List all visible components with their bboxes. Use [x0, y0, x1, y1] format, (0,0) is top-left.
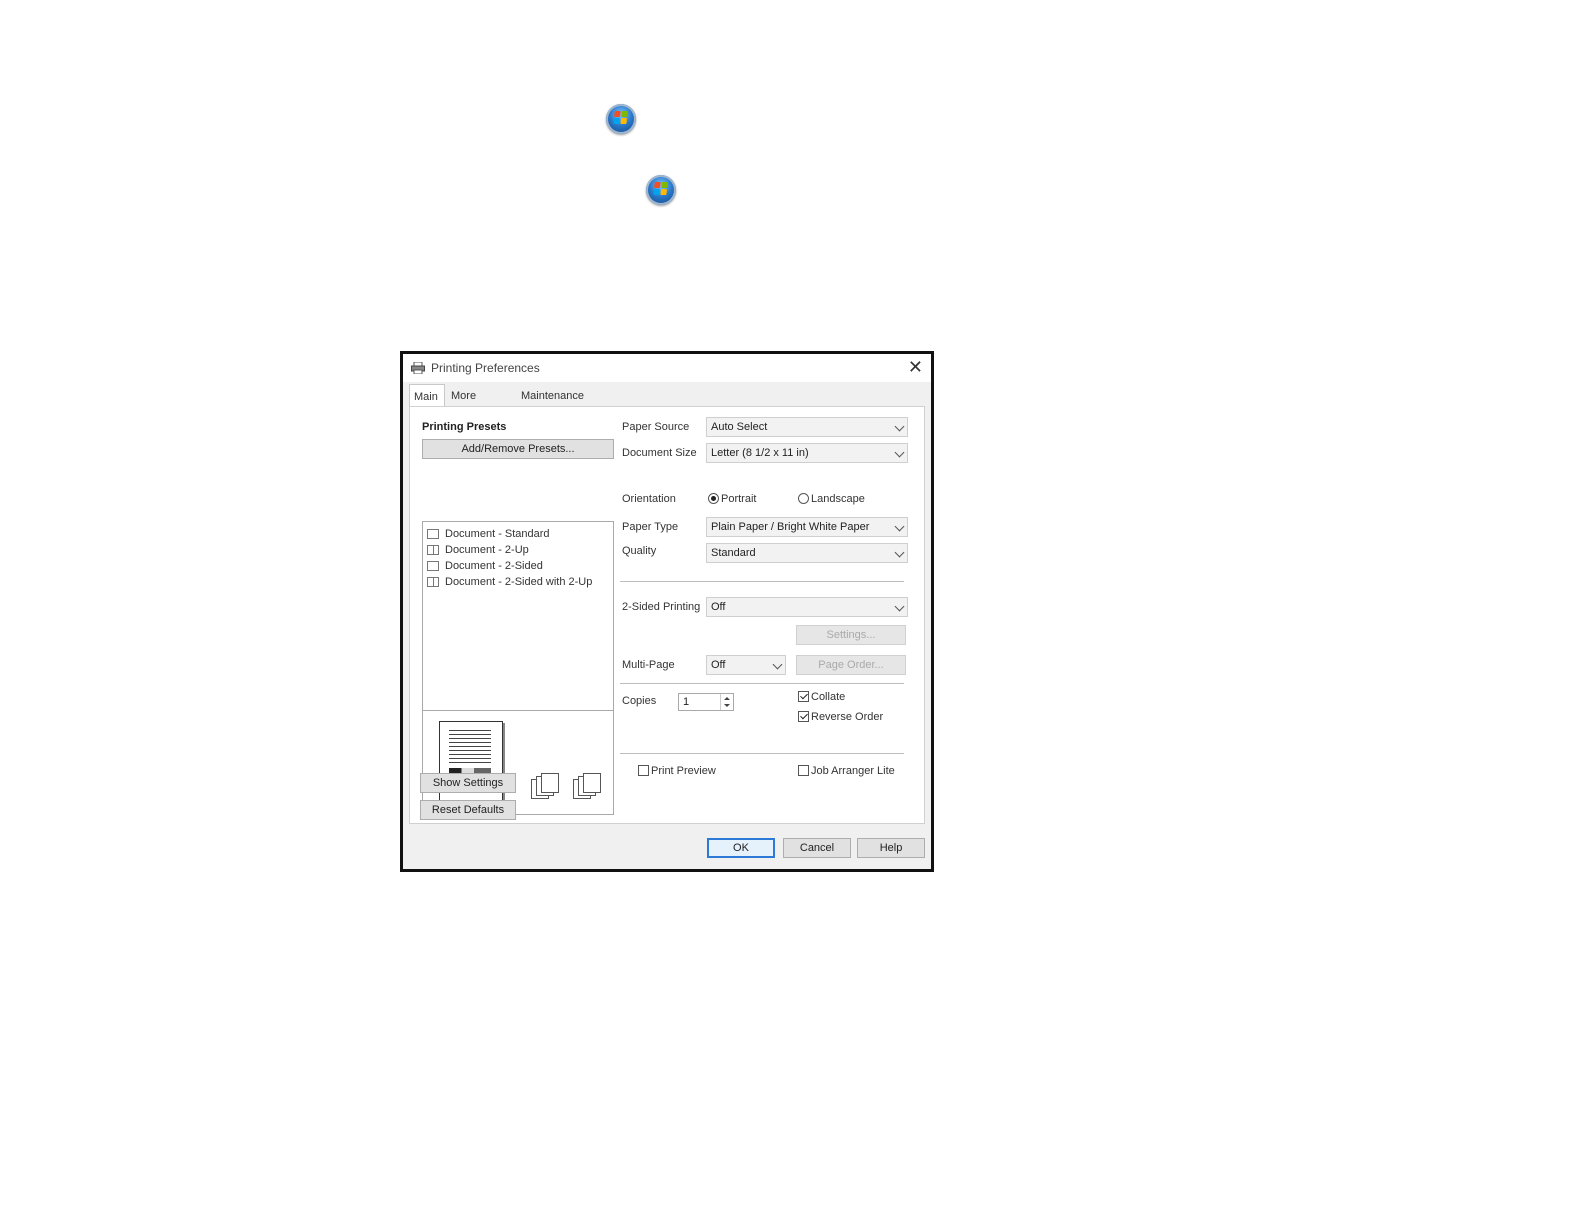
chevron-down-icon [894, 547, 905, 558]
divider [620, 753, 904, 754]
close-icon[interactable]: ✕ [908, 357, 923, 378]
job-arranger-lite-checkbox[interactable] [798, 765, 809, 776]
list-item[interactable]: Document - 2-Sided with 2-Up [427, 576, 592, 590]
divider [620, 683, 904, 684]
title-bar: Printing Preferences ✕ [403, 354, 931, 382]
tab-main[interactable]: Main [409, 384, 445, 406]
stepper-arrows-icon[interactable] [720, 694, 733, 710]
two-sided-two-up-icon [427, 577, 439, 588]
page-order-button[interactable]: Page Order... [796, 655, 906, 675]
paper-source-label: Paper Source [622, 421, 690, 433]
help-button[interactable]: Help [857, 838, 925, 858]
list-item[interactable]: Document - 2-Sided [427, 560, 543, 574]
two-sided-printing-select[interactable]: Off [706, 597, 908, 617]
collate-checkbox[interactable] [798, 691, 809, 702]
list-item[interactable]: Document - 2-Up [427, 544, 529, 558]
reverse-order-checkbox[interactable] [798, 711, 809, 722]
printing-preferences-dialog: Printing Preferences ✕ Main More Options… [400, 351, 934, 872]
chevron-down-icon [894, 421, 905, 432]
cancel-button[interactable]: Cancel [783, 838, 851, 858]
windows-start-icon [646, 175, 676, 205]
paper-type-value: Plain Paper / Bright White Paper [711, 521, 870, 533]
printing-presets-heading: Printing Presets [422, 421, 507, 433]
list-item[interactable]: Document - Standard [427, 528, 550, 542]
printer-icon [411, 362, 425, 374]
copies-label: Copies [622, 695, 657, 707]
portrait-label: Portrait [721, 493, 757, 505]
reverse-stack-icon [573, 773, 603, 799]
copies-value: 1 [683, 696, 690, 708]
chevron-down-icon [772, 659, 783, 670]
show-settings-button[interactable]: Show Settings [420, 773, 516, 793]
reverse-order-label: Reverse Order [811, 711, 884, 723]
page-icon [427, 529, 439, 540]
preset-label: Document - 2-Sided with 2-Up [445, 576, 593, 588]
windows-start-icon [606, 104, 636, 134]
divider [620, 581, 904, 582]
multi-page-value: Off [711, 659, 726, 671]
quality-value: Standard [711, 547, 756, 559]
ok-button[interactable]: OK [707, 838, 775, 858]
paper-type-label: Paper Type [622, 521, 679, 533]
collate-label: Collate [811, 691, 846, 703]
preset-label: Document - 2-Sided [445, 560, 543, 572]
multi-page-select[interactable]: Off [706, 655, 786, 675]
main-tab-panel: Printing Presets Add/Remove Presets... D… [409, 406, 925, 824]
preset-label: Document - Standard [445, 528, 550, 540]
print-preview-label: Print Preview [651, 765, 716, 777]
preset-label: Document - 2-Up [445, 544, 529, 556]
job-arranger-lite-label: Job Arranger Lite [811, 765, 895, 777]
quality-label: Quality [622, 545, 657, 557]
landscape-label: Landscape [811, 493, 865, 505]
chevron-down-icon [894, 521, 905, 532]
paper-type-select[interactable]: Plain Paper / Bright White Paper [706, 517, 908, 537]
tab-more-options[interactable]: More Options [447, 386, 517, 422]
presets-list[interactable]: Document - Standard Document - 2-Up Docu… [422, 521, 614, 711]
reset-defaults-button[interactable]: Reset Defaults [420, 800, 516, 820]
multi-page-label: Multi-Page [622, 659, 675, 671]
document-size-select[interactable]: Letter (8 1/2 x 11 in) [706, 443, 908, 463]
document-size-label: Document Size [622, 447, 697, 459]
portrait-radio[interactable] [708, 493, 719, 504]
two-sided-printing-label: 2-Sided Printing [622, 601, 701, 613]
landscape-radio[interactable] [798, 493, 809, 504]
paper-source-select[interactable]: Auto Select [706, 417, 908, 437]
collate-stack-icon [531, 773, 561, 799]
chevron-down-icon [894, 601, 905, 612]
orientation-label: Orientation [622, 493, 676, 505]
dialog-title: Printing Preferences [431, 361, 540, 375]
two-sided-value: Off [711, 601, 726, 613]
add-remove-presets-button[interactable]: Add/Remove Presets... [422, 439, 614, 459]
two-sided-icon [427, 561, 439, 572]
quality-select[interactable]: Standard [706, 543, 908, 563]
document-size-value: Letter (8 1/2 x 11 in) [711, 447, 809, 459]
print-preview-checkbox[interactable] [638, 765, 649, 776]
chevron-down-icon [894, 447, 905, 458]
copies-stepper[interactable]: 1 [678, 693, 734, 711]
tab-maintenance[interactable]: Maintenance [517, 386, 587, 406]
two-sided-settings-button[interactable]: Settings... [796, 625, 906, 645]
paper-source-value: Auto Select [711, 421, 768, 433]
two-up-icon [427, 545, 439, 556]
